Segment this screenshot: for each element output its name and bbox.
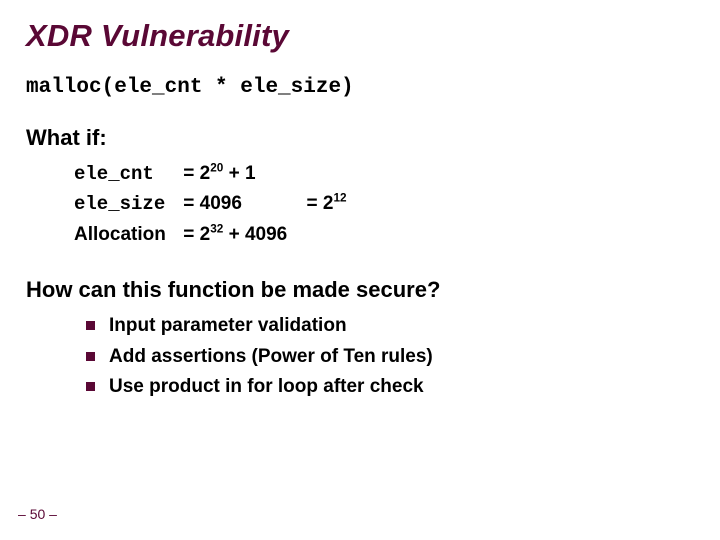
whatif-allocation: Allocation = 232 + 4096	[74, 220, 694, 249]
alloc-exp: 32	[210, 223, 223, 236]
page-prefix: –	[18, 506, 30, 522]
bullet-text: Use product in for loop after check	[109, 372, 424, 402]
bullet-text: Add assertions (Power of Ten rules)	[109, 342, 433, 372]
ele-size-eq2-prefix: = 2	[307, 193, 334, 214]
bullet-icon	[86, 382, 95, 391]
ele-cnt-exp: 20	[210, 162, 223, 175]
bullet-icon	[86, 321, 95, 330]
ele-size-eq: = 4096	[183, 189, 242, 218]
malloc-code: malloc(ele_cnt * ele_size)	[26, 76, 694, 99]
ele-cnt-label: ele_cnt	[74, 160, 178, 189]
slide-title: XDR Vulnerability	[26, 18, 694, 54]
bullet-icon	[86, 352, 95, 361]
bullet-text: Input parameter validation	[109, 311, 347, 341]
ele-cnt-eq-prefix: = 2	[183, 163, 210, 184]
ele-size-exp: 12	[333, 192, 346, 205]
alloc-eq-prefix: = 2	[183, 224, 210, 245]
page-num-value: 50	[30, 506, 46, 522]
bullet-list: Input parameter validation Add assertion…	[86, 311, 694, 402]
ele-size-label: ele_size	[74, 190, 178, 219]
list-item: Add assertions (Power of Ten rules)	[86, 342, 694, 372]
whatif-heading: What if:	[26, 125, 694, 151]
whatif-block: ele_cnt = 220 + 1 ele_size = 4096 = 212 …	[74, 159, 694, 249]
slide-body: XDR Vulnerability malloc(ele_cnt * ele_s…	[0, 0, 720, 540]
whatif-ele-size: ele_size = 4096 = 212	[74, 189, 694, 219]
page-suffix: –	[45, 506, 57, 522]
whatif-ele-cnt: ele_cnt = 220 + 1	[74, 159, 694, 189]
list-item: Input parameter validation	[86, 311, 694, 341]
alloc-eq-suffix: + 4096	[223, 224, 287, 245]
list-item: Use product in for loop after check	[86, 372, 694, 402]
ele-cnt-eq-suffix: + 1	[223, 163, 255, 184]
page-number: – 50 –	[18, 506, 57, 522]
alloc-label: Allocation	[74, 220, 178, 249]
secure-heading: How can this function be made secure?	[26, 277, 694, 303]
